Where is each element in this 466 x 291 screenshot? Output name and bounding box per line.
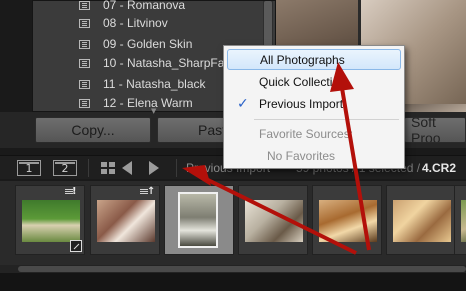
preset-item[interactable]: 08 - Litvinov bbox=[33, 15, 275, 33]
menu-item-all-photographs[interactable]: All Photographs bbox=[227, 49, 401, 70]
filmstrip: ! ↑ bbox=[0, 181, 466, 265]
filmstrip-thumbnail[interactable] bbox=[454, 185, 466, 255]
back-arrow-icon[interactable] bbox=[122, 161, 132, 175]
menu-item-label: Previous Import bbox=[259, 96, 344, 111]
thumbnail-image bbox=[22, 200, 80, 242]
thumbnail-image bbox=[319, 200, 377, 242]
filmstrip-thumbnail[interactable]: ! bbox=[15, 185, 85, 255]
filmstrip-thumbnail[interactable] bbox=[238, 185, 308, 255]
preset-label: 12 - Elena Warm bbox=[103, 96, 193, 110]
bottom-strip bbox=[0, 273, 466, 291]
preset-item[interactable]: 07 - Romanova bbox=[33, 0, 275, 15]
grid-view-icon[interactable] bbox=[101, 162, 115, 174]
preset-label: 10 - Natasha_SharpFash bbox=[103, 56, 238, 70]
sync-badge-icon: ↑ bbox=[147, 186, 156, 197]
toolbar-divider bbox=[176, 159, 177, 177]
edited-badge-icon bbox=[70, 240, 82, 252]
thumbnail-image bbox=[97, 200, 155, 242]
preset-label: 08 - Litvinov bbox=[103, 16, 168, 30]
menu-item-previous-import[interactable]: ✓ Previous Import bbox=[227, 93, 401, 114]
no-favorites-label: No Favorites bbox=[267, 148, 336, 163]
selected-filename: 4.CR2 bbox=[422, 161, 457, 175]
forward-arrow-icon[interactable] bbox=[149, 161, 159, 175]
thumbnail-image bbox=[393, 200, 451, 242]
preset-label: 11 - Natasha_black bbox=[103, 77, 206, 91]
paste-button[interactable]: Past bbox=[157, 117, 227, 143]
filmstrip-thumbnail[interactable]: ↑ bbox=[90, 185, 160, 255]
filmstrip-scrollbar[interactable] bbox=[0, 265, 466, 273]
thumbnail-image bbox=[245, 200, 303, 242]
favorite-sources-heading: Favorite Sources: bbox=[259, 126, 354, 141]
menu-separator bbox=[254, 119, 399, 120]
secondary-window-button[interactable]: 2 bbox=[53, 160, 77, 176]
preset-label: 07 - Romanova bbox=[103, 0, 186, 12]
copy-button[interactable]: Copy... bbox=[35, 117, 151, 143]
thumbnail-image bbox=[178, 192, 218, 248]
preset-icon bbox=[79, 40, 90, 49]
soft-proof-button[interactable]: Soft Proo bbox=[404, 117, 466, 143]
filmstrip-thumbnail[interactable] bbox=[386, 185, 456, 255]
filmstrip-scroll-thumb[interactable] bbox=[18, 266, 466, 272]
filmstrip-thumbnail-selected[interactable] bbox=[164, 185, 234, 255]
panel-gripper-icon[interactable]: ▼ bbox=[151, 108, 159, 115]
preset-icon bbox=[79, 59, 90, 68]
preset-icon bbox=[79, 1, 90, 10]
flag-badge-icon: ! bbox=[72, 186, 77, 197]
filmstrip-source-menu: All Photographs Quick Collection ✓ Previ… bbox=[223, 45, 405, 169]
menu-item-quick-collection[interactable]: Quick Collection bbox=[227, 71, 401, 92]
preset-icon bbox=[79, 80, 90, 89]
filmstrip-thumbnail[interactable] bbox=[312, 185, 382, 255]
preset-icon bbox=[79, 99, 90, 108]
preset-label: 09 - Golden Skin bbox=[103, 37, 193, 51]
preset-icon bbox=[79, 19, 90, 28]
checkmark-icon: ✓ bbox=[237, 96, 249, 112]
toolbar-divider bbox=[88, 159, 89, 177]
thumbnail-image bbox=[461, 200, 466, 242]
primary-window-button[interactable]: 1 bbox=[17, 160, 41, 176]
